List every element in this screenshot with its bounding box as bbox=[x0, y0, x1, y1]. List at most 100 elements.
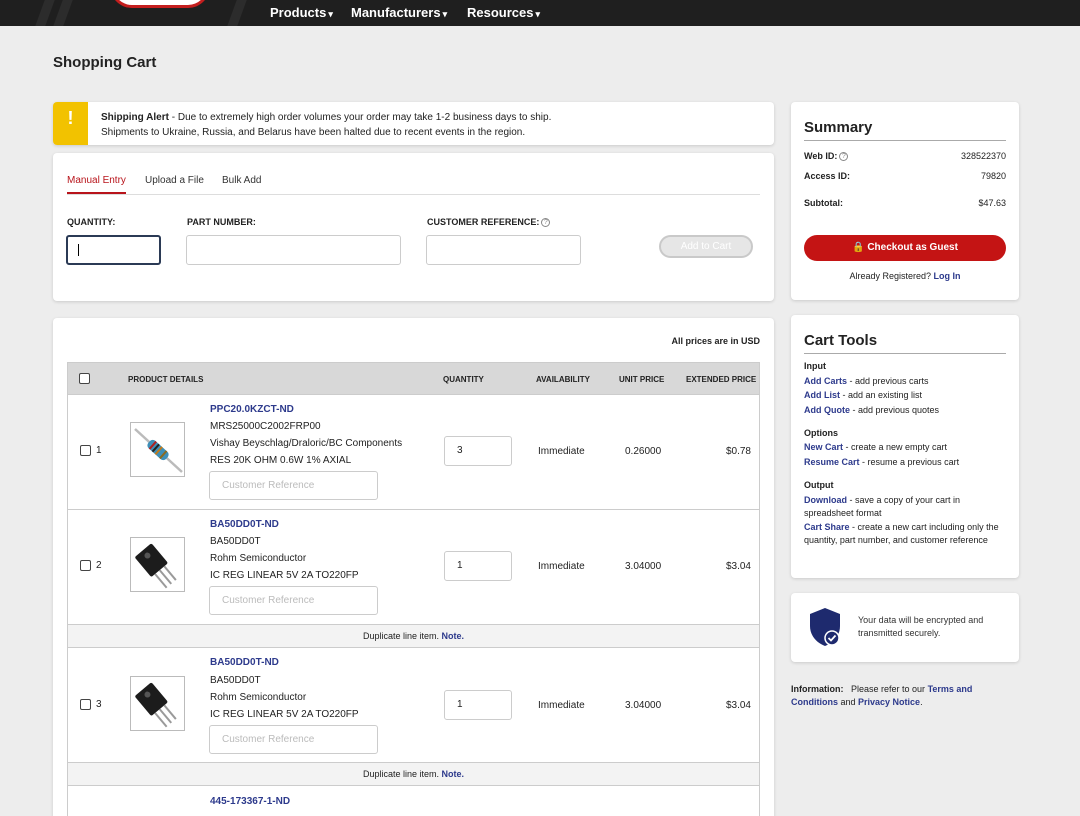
download-link[interactable]: Download bbox=[804, 495, 847, 505]
customer-reference-input[interactable]: Customer Reference bbox=[209, 586, 378, 615]
add-list-item: Add List - add an existing list bbox=[804, 390, 923, 400]
add-parts-panel: Manual Entry Upload a File Bulk Add QUAN… bbox=[53, 153, 774, 301]
add-to-cart-button[interactable]: Add to Cart bbox=[659, 235, 753, 258]
quantity-input[interactable]: 1 bbox=[444, 690, 512, 720]
quantity-input[interactable]: 1 bbox=[444, 551, 512, 581]
part-number-link[interactable]: PPC20.0KZCT-ND bbox=[210, 404, 294, 415]
chevron-down-icon: ▾ bbox=[535, 9, 541, 19]
summary-panel: Summary Web ID:? 328522370 Access ID: 79… bbox=[791, 102, 1019, 300]
row-number: 3 bbox=[96, 699, 102, 710]
tab-manual-entry[interactable]: Manual Entry bbox=[67, 175, 126, 194]
access-id-label: Access ID: bbox=[804, 171, 851, 181]
table-row: 3 BA50DD0T-ND BA50DD0T Rohm Semiconducto… bbox=[67, 648, 760, 763]
select-all-checkbox[interactable] bbox=[79, 373, 90, 384]
customer-reference-input[interactable] bbox=[426, 235, 581, 265]
product-image-regulator[interactable] bbox=[130, 676, 185, 731]
duplicate-notice: Duplicate line item. Note. bbox=[67, 625, 760, 648]
row-number: 1 bbox=[96, 445, 102, 456]
access-id-value: 79820 bbox=[980, 171, 1006, 181]
already-registered: Already Registered? Log In bbox=[849, 271, 961, 281]
part-number-link[interactable]: BA50DD0T-ND bbox=[210, 519, 279, 530]
help-icon[interactable]: ? bbox=[541, 218, 551, 227]
product-description: IC REG LINEAR 5V 2A TO220FP bbox=[210, 570, 359, 581]
part-number-link[interactable]: 445-173367-1-ND bbox=[210, 796, 290, 807]
unit-price: 3.04000 bbox=[625, 561, 662, 572]
lock-icon: 🔒 bbox=[852, 242, 865, 253]
extended-price: $0.78 bbox=[725, 446, 751, 457]
decorative-stripe bbox=[227, 0, 247, 26]
new-cart-link[interactable]: New Cart bbox=[804, 442, 843, 452]
shield-check-icon bbox=[810, 608, 840, 646]
quantity-input[interactable]: 3 bbox=[444, 436, 512, 466]
information-note: Information: Please refer to our Terms a… bbox=[791, 684, 973, 707]
input-heading: Input bbox=[804, 361, 826, 371]
summary-title: Summary bbox=[804, 119, 873, 136]
decorative-stripe bbox=[53, 0, 73, 26]
row-checkbox[interactable] bbox=[80, 445, 91, 456]
quantity-input[interactable] bbox=[66, 235, 161, 265]
table-header: PRODUCT DETAILS QUANTITY AVAILABILITY UN… bbox=[67, 362, 760, 395]
security-text: Your data will be encrypted and transmit… bbox=[858, 615, 984, 638]
logo[interactable] bbox=[110, 0, 210, 8]
warning-icon: ! bbox=[53, 102, 88, 145]
product-image-resistor[interactable] bbox=[130, 422, 185, 477]
part-number-label: PART NUMBER: bbox=[187, 217, 256, 227]
resume-cart-link[interactable]: Resume Cart bbox=[804, 457, 860, 467]
header-availability: AVAILABILITY bbox=[536, 375, 590, 384]
help-icon[interactable]: ? bbox=[839, 152, 849, 161]
add-quote-link[interactable]: Add Quote bbox=[804, 405, 850, 415]
download-item: Download - save a copy of your cart in s… bbox=[804, 495, 961, 518]
note-link[interactable]: Note. bbox=[442, 631, 465, 641]
entry-tabs: Manual Entry Upload a File Bulk Add bbox=[67, 175, 760, 195]
header-product-details: PRODUCT DETAILS bbox=[128, 375, 204, 384]
availability: Immediate bbox=[538, 561, 585, 572]
divider bbox=[804, 353, 1006, 354]
add-list-link[interactable]: Add List bbox=[804, 390, 840, 400]
cart-share-link[interactable]: Cart Share bbox=[804, 522, 850, 532]
cart-tools-title: Cart Tools bbox=[804, 332, 878, 349]
row-checkbox[interactable] bbox=[80, 699, 91, 710]
extended-price: $3.04 bbox=[725, 561, 751, 572]
table-row: 2 BA50DD0T-ND BA50DD0T Rohm Semiconducto… bbox=[67, 510, 760, 625]
add-quote-item: Add Quote - add previous quotes bbox=[804, 405, 940, 415]
nav-products[interactable]: Products ▾ bbox=[270, 5, 333, 20]
cart-tools-panel: Cart Tools Input Add Carts - add previou… bbox=[791, 315, 1019, 578]
row-number: 2 bbox=[96, 560, 102, 571]
part-number-input[interactable] bbox=[186, 235, 401, 265]
add-carts-link[interactable]: Add Carts bbox=[804, 376, 847, 386]
header-extended-price: EXTENDED PRICE bbox=[686, 375, 757, 384]
options-heading: Options bbox=[804, 428, 838, 438]
tab-bulk-add[interactable]: Bulk Add bbox=[222, 175, 261, 192]
checkout-as-guest-button[interactable]: 🔒 Checkout as Guest bbox=[804, 235, 1006, 261]
nav-resources[interactable]: Resources ▾ bbox=[467, 5, 540, 20]
text-cursor bbox=[78, 244, 79, 256]
duplicate-notice: Duplicate line item. Note. bbox=[67, 763, 760, 786]
part-number-link[interactable]: BA50DD0T-ND bbox=[210, 657, 279, 668]
header-quantity: QUANTITY bbox=[443, 375, 484, 384]
customer-reference-input[interactable]: Customer Reference bbox=[209, 725, 378, 754]
currency-note: All prices are in USD bbox=[671, 336, 760, 346]
table-row: 1 PPC20.0KZCT-ND MRS25000C2002FRP00 Vish… bbox=[67, 395, 760, 510]
chevron-down-icon: ▾ bbox=[442, 9, 448, 19]
manufacturer-name: Rohm Semiconductor bbox=[210, 692, 307, 703]
table-row: 445-173367-1-ND bbox=[67, 786, 760, 816]
nav-manufacturers[interactable]: Manufacturers ▾ bbox=[351, 5, 447, 20]
new-cart-item: New Cart - create a new empty cart bbox=[804, 442, 948, 452]
subtotal-value: $47.63 bbox=[978, 198, 1006, 208]
divider bbox=[804, 140, 1006, 141]
customer-reference-input[interactable]: Customer Reference bbox=[209, 471, 378, 500]
add-carts-item: Add Carts - add previous carts bbox=[804, 376, 929, 386]
note-link[interactable]: Note. bbox=[442, 769, 465, 779]
extended-price: $3.04 bbox=[725, 700, 751, 711]
row-checkbox[interactable] bbox=[80, 560, 91, 571]
tab-upload-file[interactable]: Upload a File bbox=[145, 175, 204, 192]
product-image-regulator[interactable] bbox=[130, 537, 185, 592]
web-id-value: 328522370 bbox=[960, 151, 1006, 161]
log-in-link[interactable]: Log In bbox=[934, 271, 961, 281]
output-heading: Output bbox=[804, 480, 834, 490]
decorative-stripe bbox=[35, 0, 55, 26]
privacy-link[interactable]: Privacy Notice bbox=[858, 697, 920, 707]
page-title: Shopping Cart bbox=[53, 54, 157, 71]
availability: Immediate bbox=[538, 446, 585, 457]
resume-cart-item: Resume Cart - resume a previous cart bbox=[804, 457, 960, 467]
